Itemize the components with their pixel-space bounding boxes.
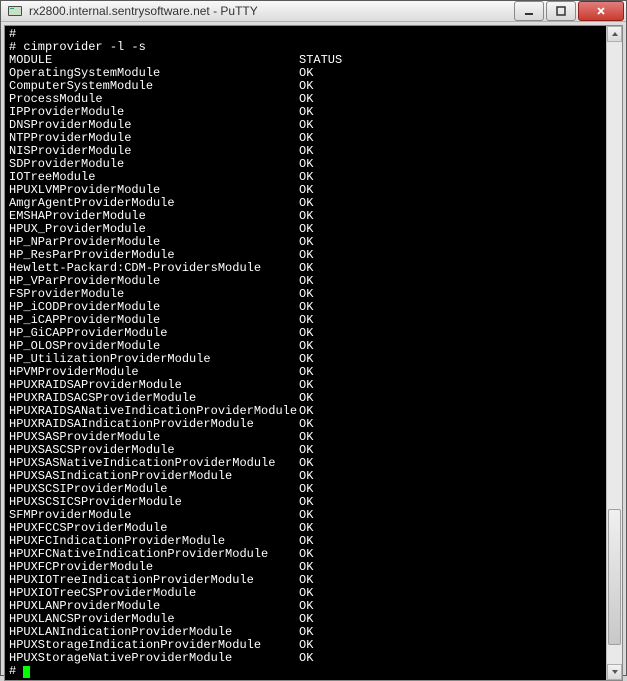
scroll-up-button[interactable] xyxy=(607,26,622,42)
putty-icon xyxy=(7,3,23,19)
scroll-thumb[interactable] xyxy=(608,509,621,646)
close-button[interactable] xyxy=(578,1,624,21)
minimize-button[interactable] xyxy=(514,1,544,21)
putty-window: rx2800.internal.sentrysoftware.net - PuT… xyxy=(0,0,627,676)
maximize-button[interactable] xyxy=(546,1,576,21)
terminal[interactable]: ## cimprovider -l -sMODULESTATUSOperatin… xyxy=(5,26,606,680)
prompt-symbol: # xyxy=(9,27,16,41)
scroll-track[interactable] xyxy=(607,42,622,664)
module-status: OK xyxy=(299,652,313,665)
module-name: HPUXStorageNativeProviderModule xyxy=(9,652,299,665)
titlebar[interactable]: rx2800.internal.sentrysoftware.net - PuT… xyxy=(1,1,626,22)
window-title: rx2800.internal.sentrysoftware.net - PuT… xyxy=(29,4,512,18)
cursor xyxy=(23,666,30,678)
prompt-symbol: # xyxy=(9,40,16,54)
command-text: cimprovider -l -s xyxy=(23,40,145,54)
output-row: HPUXStorageNativeProviderModuleOK xyxy=(9,652,602,665)
scroll-down-button[interactable] xyxy=(607,664,622,680)
client-area: ## cimprovider -l -sMODULESTATUSOperatin… xyxy=(4,25,623,681)
vertical-scrollbar[interactable] xyxy=(606,26,622,680)
window-controls xyxy=(512,1,624,21)
prompt-line: # xyxy=(9,665,602,678)
